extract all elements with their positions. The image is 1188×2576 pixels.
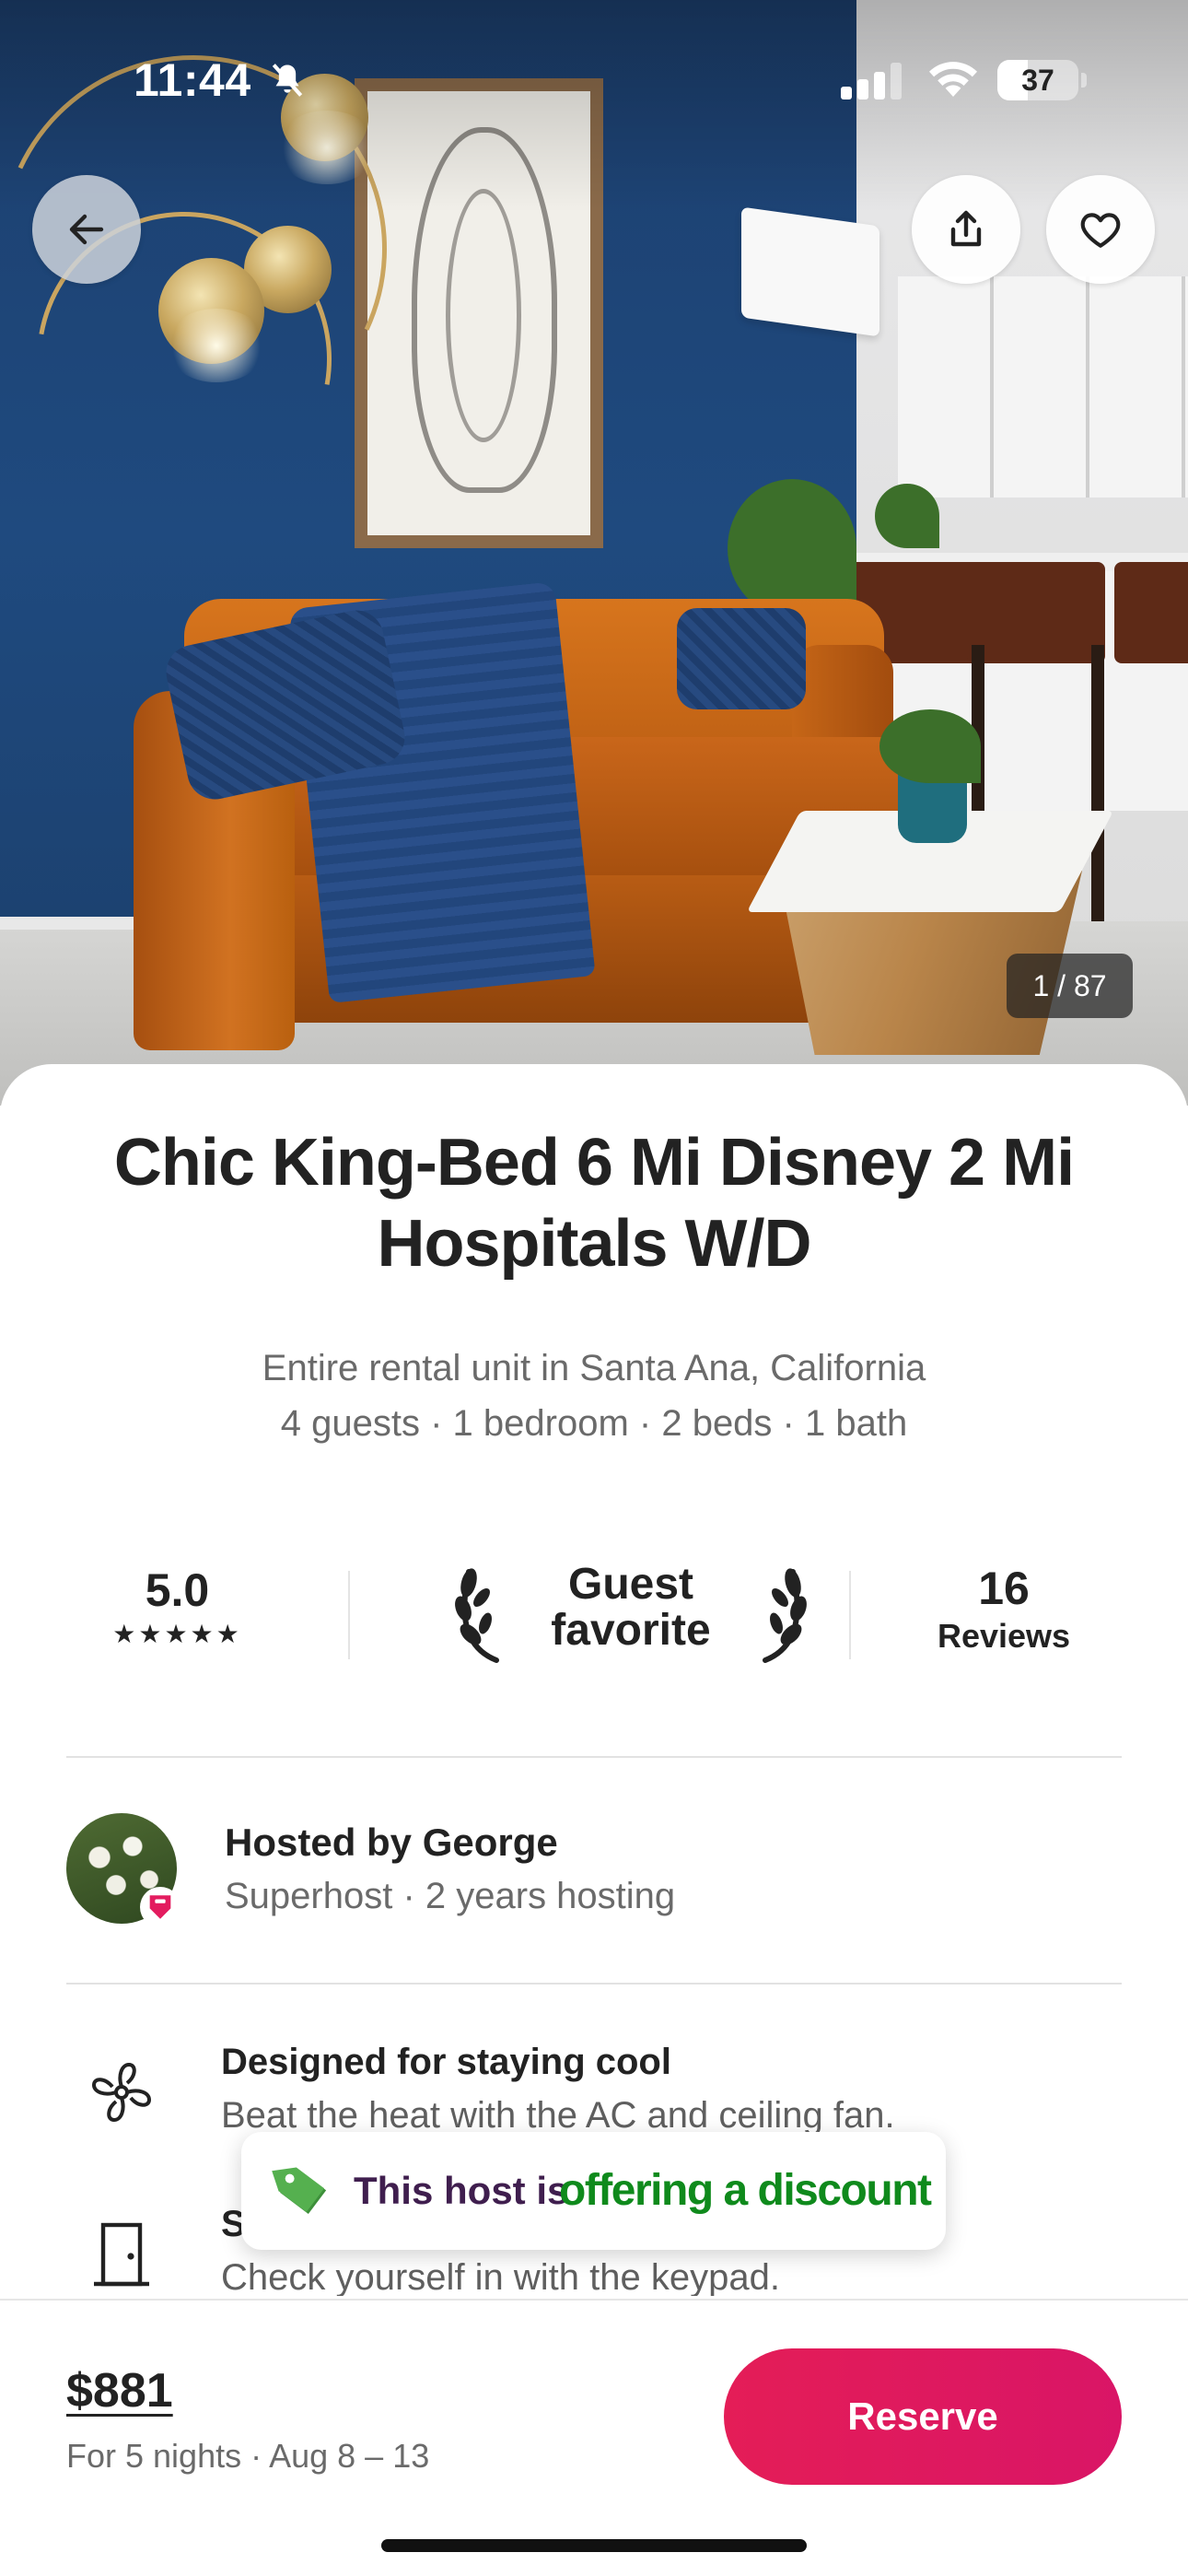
save-wishlist-button[interactable] [1046, 175, 1155, 284]
feature-title: Designed for staying cool [221, 2042, 671, 2082]
laurel-left-icon [455, 1568, 499, 1663]
host-name: Hosted by George [225, 1821, 558, 1864]
battery-body: 37 [997, 60, 1078, 100]
heart-icon [1080, 213, 1121, 248]
feature-description: Beat the heat with the AC and ceiling fa… [221, 2095, 895, 2136]
host-details: Superhost · 2 years hosting [225, 1876, 676, 1916]
home-indicator[interactable] [381, 2539, 807, 2552]
reserve-button[interactable]: Reserve [724, 2348, 1122, 2485]
reviews-count: 16 [978, 1563, 1030, 1614]
arrow-left-icon [69, 214, 104, 245]
guest-favorite-badge: Guest favorite [437, 1543, 824, 1681]
photo-pillow [677, 608, 806, 709]
price-details: For 5 nights · Aug 8 – 13 [66, 2437, 430, 2475]
section-divider [66, 1756, 1122, 1758]
toast-highlight: offering a discount [559, 2166, 932, 2215]
photo-counter-badge: 1 / 87 [1007, 954, 1133, 1018]
photo-cabinets [898, 276, 1188, 498]
booking-footer: $881 For 5 nights · Aug 8 – 13 Reserve [0, 2299, 1188, 2576]
discount-toast[interactable]: This host is offering a discount [241, 2132, 946, 2250]
guest-favorite-label: Guest favorite [516, 1562, 746, 1654]
photo-stool [967, 562, 1105, 663]
status-time: 11:44 [134, 54, 251, 106]
rating-value: 5.0 [145, 1564, 210, 1616]
listing-subtitle: Entire rental unit in Santa Ana, Califor… [55, 1341, 1133, 1451]
badge-line-1: Guest [567, 1560, 694, 1609]
listing-location: Entire rental unit in Santa Ana, Califor… [262, 1348, 926, 1388]
host-row[interactable]: Hosted by George Superhost · 2 years hos… [66, 1813, 1122, 1927]
rating-block: 5.0 ★★★★★ [64, 1543, 290, 1681]
rating-summary[interactable]: 5.0 ★★★★★ Guest favorite 16 Reviews [64, 1543, 1124, 1681]
battery-icon: 37 [997, 60, 1089, 100]
back-button[interactable] [32, 175, 141, 284]
photo-stool [1114, 562, 1188, 663]
door-icon [94, 2222, 149, 2287]
laurel-right-icon [763, 1568, 807, 1663]
reviews-block[interactable]: 16 Reviews [884, 1543, 1124, 1681]
listing-capacity: 4 guests · 1 bedroom · 2 beds · 1 bath [280, 1403, 908, 1444]
silent-bell-icon [272, 64, 303, 97]
toast-prefix: This host is [354, 2169, 569, 2212]
fan-icon [92, 2063, 151, 2122]
rating-stars: ★★★★★ [112, 1620, 242, 1648]
photo-stool-leg [1091, 645, 1104, 921]
status-bar: 11:44 37 [0, 0, 1188, 157]
reviews-label: Reviews [937, 1617, 1071, 1655]
battery-tip [1081, 73, 1087, 88]
feature-description: Check yourself in with the keypad. [221, 2257, 780, 2296]
share-icon [950, 210, 982, 247]
photo-lamp-glow [166, 309, 267, 382]
badge-line-2: favorite [551, 1606, 711, 1655]
battery-level: 37 [1021, 64, 1054, 97]
wifi-icon [929, 62, 977, 97]
listing-title: Chic King-Bed 6 Mi Disney 2 Mi Hospitals… [113, 1126, 1075, 1281]
tag-icon [272, 2167, 327, 2214]
stats-divider [348, 1571, 350, 1659]
photo-plant [728, 479, 856, 617]
superhost-badge-icon [140, 1887, 181, 1927]
photo-plant [875, 484, 939, 548]
total-price[interactable]: $881 [66, 2363, 173, 2418]
share-button[interactable] [912, 175, 1020, 284]
superhost-icon [149, 1895, 171, 1919]
section-divider [66, 1983, 1122, 1985]
signal-icon [841, 63, 902, 100]
photo-ac-unit [741, 206, 879, 337]
stats-divider [849, 1571, 851, 1659]
listing-photo[interactable] [0, 0, 1188, 1106]
photo-plant [879, 709, 981, 783]
